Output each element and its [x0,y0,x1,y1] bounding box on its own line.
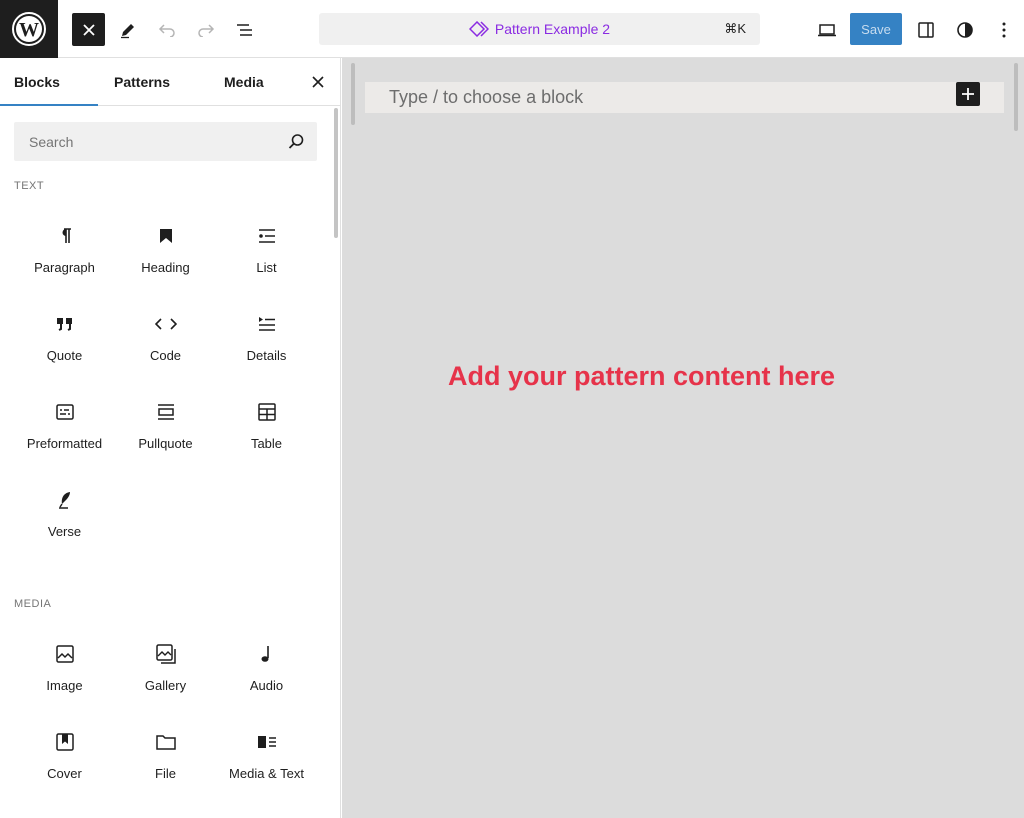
tab-patterns[interactable]: Patterns [114,58,170,106]
close-icon [312,76,324,88]
block-paragraph[interactable]: Paragraph [14,210,115,298]
block-table[interactable]: Table [216,386,317,474]
quote-icon [56,312,74,336]
block-label: Paragraph [34,260,95,275]
document-overview-button[interactable] [228,13,261,46]
save-button[interactable]: Save [850,13,902,45]
search-input[interactable] [14,122,274,161]
block-file[interactable]: File [115,716,216,804]
search-icon [288,133,305,150]
gallery-icon [155,642,176,666]
block-label: Gallery [144,678,187,693]
file-icon [155,730,176,754]
close-icon [82,23,95,36]
document-title-text: Pattern Example 2 [494,21,611,37]
block-image[interactable]: Image [14,628,115,716]
block-label: Heading [141,260,190,275]
contrast-icon [956,21,973,38]
close-inserter-button[interactable] [72,13,105,46]
more-vertical-icon [1002,22,1005,37]
wordpress-logo-icon: W [12,12,46,46]
redo-button[interactable] [189,13,222,46]
block-quote[interactable]: Quote [14,298,115,386]
tab-media[interactable]: Media [224,58,264,106]
preformatted-icon [55,400,74,424]
pattern-placeholder-message: Add your pattern content here [448,361,836,391]
block-label: Pullquote [138,436,193,451]
undo-icon [158,23,175,37]
block-label: Image [46,678,83,693]
editor-canvas: Type / to choose a block Add your patter… [342,58,1024,818]
block-label: Details [246,348,287,363]
section-label-media: MEDIA [14,598,52,610]
block-label: Code [149,348,182,363]
block-label: List [256,260,277,275]
block-label: Preformatted [26,436,103,451]
media-text-icon [257,730,277,754]
block-gallery[interactable]: Gallery [115,628,216,716]
pattern-icon [468,21,489,37]
block-cover[interactable]: Cover [14,716,115,804]
command-palette-bar[interactable]: Pattern Example 2 ⌘K [319,13,760,45]
block-heading[interactable]: Heading [115,210,216,298]
plus-icon [962,88,974,100]
block-label: Table [250,436,283,451]
block-pullquote[interactable]: Pullquote [115,386,216,474]
tab-blocks[interactable]: Blocks [14,58,60,106]
editor-header: W Pattern Example 2 ⌘K Save [0,0,1024,58]
redo-icon [197,23,214,37]
block-preformatted[interactable]: Preformatted [14,386,115,474]
block-verse[interactable]: Verse [14,474,115,562]
block-label: Cover [47,766,82,781]
code-icon [154,312,177,336]
close-panel-button[interactable] [306,70,330,94]
pullquote-icon [157,400,175,424]
command-shortcut: ⌘K [724,21,746,36]
wordpress-logo-button[interactable]: W [0,0,58,58]
svg-text:W: W [19,19,39,41]
block-media-text[interactable]: Media & Text [216,716,317,804]
view-button[interactable] [810,13,843,46]
sidebar-icon [917,21,934,38]
styles-button[interactable] [948,13,981,46]
options-button[interactable] [987,13,1020,46]
canvas-resize-handle[interactable] [351,63,355,125]
table-icon [257,400,276,424]
heading-icon [159,224,173,248]
block-code[interactable]: Code [115,298,216,386]
canvas-scrollbar[interactable] [1014,63,1018,131]
block-label: File [155,766,176,781]
block-label: Audio [249,678,284,693]
block-list[interactable]: List [216,210,317,298]
audio-icon [260,642,274,666]
paragraph-icon [58,224,72,248]
pencil-icon [120,23,134,38]
section-label-text: TEXT [14,180,45,192]
block-audio[interactable]: Audio [216,628,317,716]
undo-button[interactable] [150,13,183,46]
block-search [14,122,317,161]
image-icon [55,642,74,666]
details-icon [258,312,276,336]
inserter-scrollbar[interactable] [334,108,338,238]
block-label: Media & Text [229,766,304,781]
tools-button[interactable] [111,13,144,46]
cover-icon [55,730,74,754]
desktop-preview-icon [817,23,836,36]
list-icon [258,224,276,248]
list-view-icon [236,23,252,36]
block-details[interactable]: Details [216,298,317,386]
active-tab-indicator [0,104,98,106]
default-block-appender[interactable]: Type / to choose a block [365,82,1004,113]
block-label: Quote [46,348,83,363]
settings-sidebar-button[interactable] [909,13,942,46]
appender-placeholder: Type / to choose a block [389,87,584,107]
add-block-button[interactable] [956,82,980,106]
inserter-tabs: Blocks Patterns Media [0,58,340,106]
block-label: Verse [47,524,82,539]
verse-icon [58,488,72,512]
document-title: Pattern Example 2 [468,21,611,37]
block-inserter-panel: Blocks Patterns Media TEXT Paragraph Hea… [0,58,341,818]
